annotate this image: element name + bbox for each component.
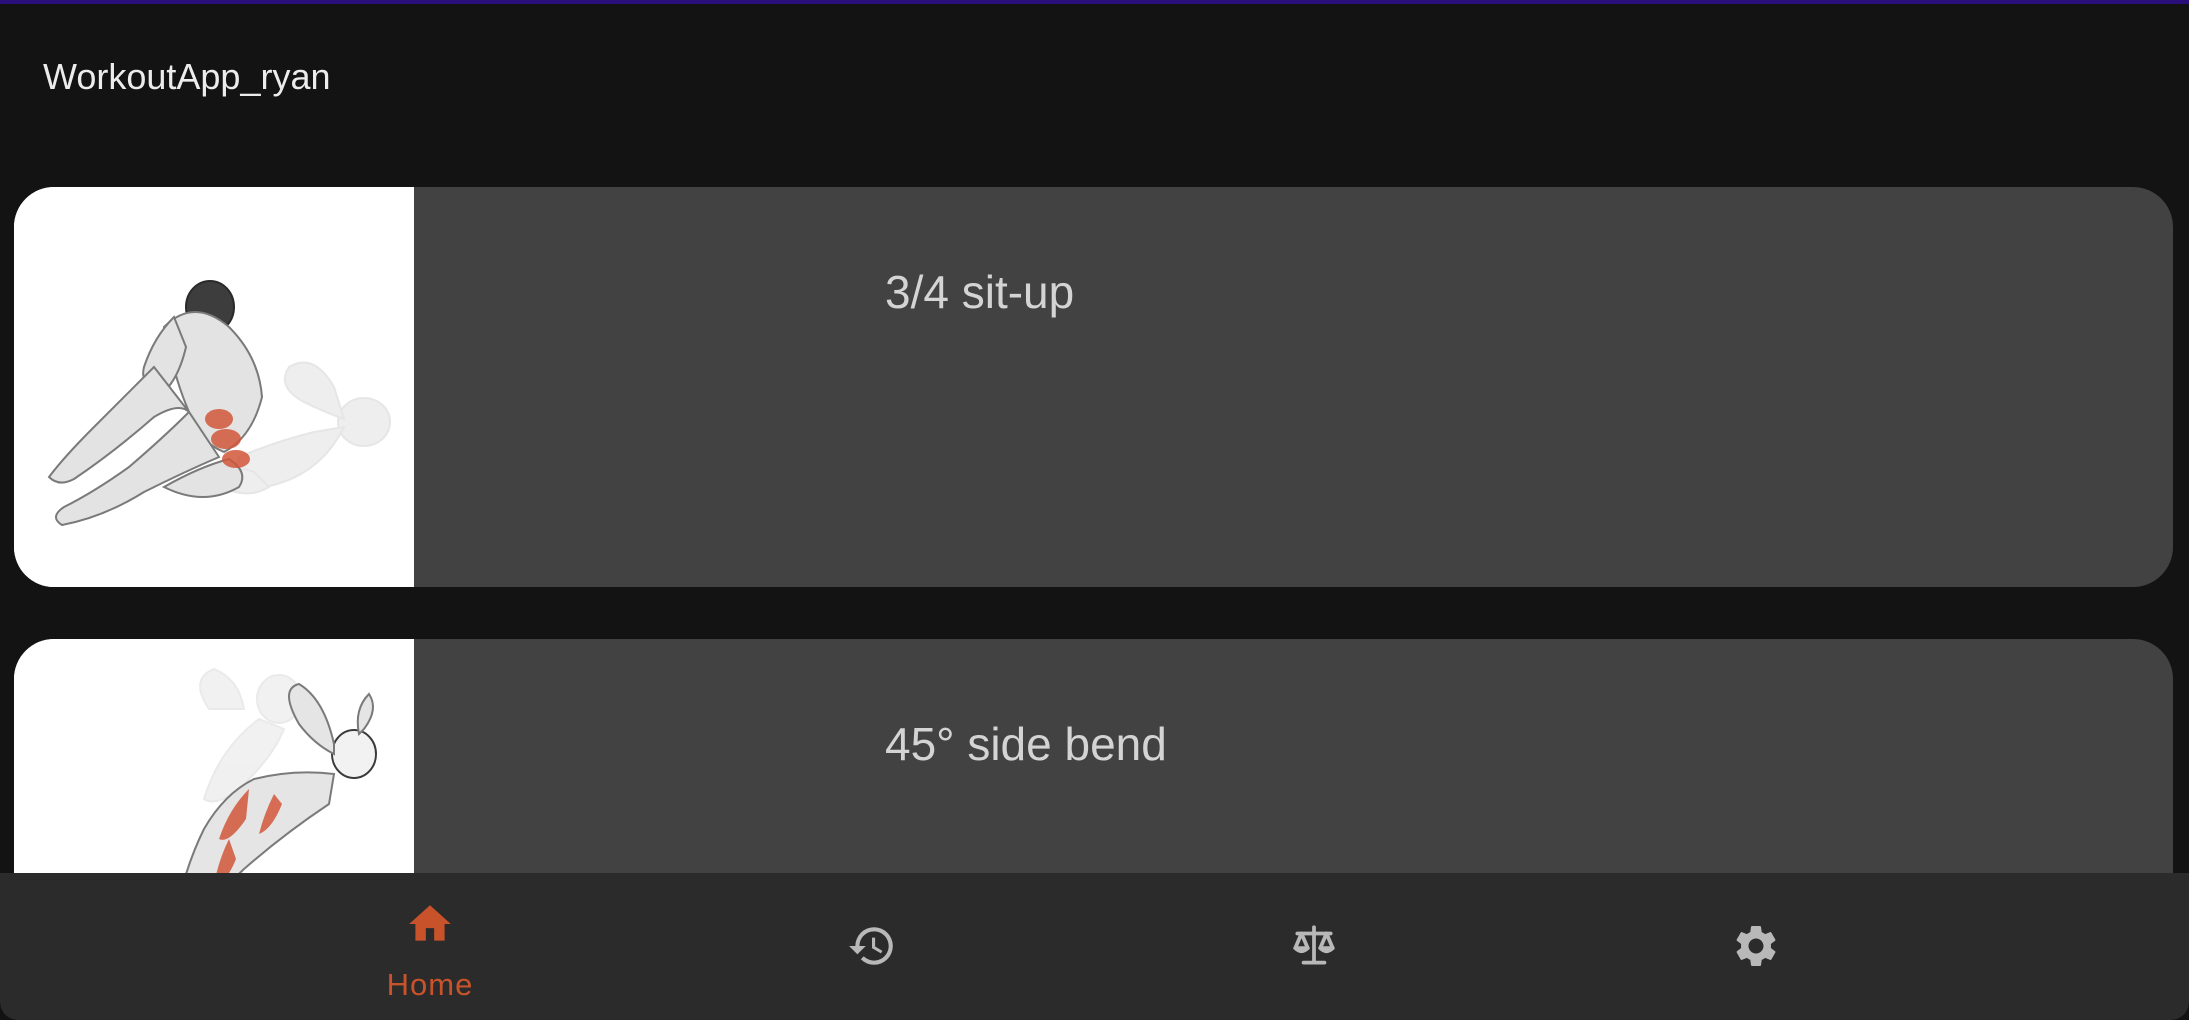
app-title: WorkoutApp_ryan — [43, 56, 331, 97]
nav-item-settings[interactable] — [1606, 873, 1906, 1020]
exercise-list[interactable]: WorkoutApp_ryan 3/4 sit-up 45° side bend — [0, 0, 2189, 873]
nav-item-weight[interactable] — [1164, 873, 1464, 1020]
history-icon — [847, 921, 897, 971]
exercise-card[interactable]: 45° side bend — [14, 639, 2173, 873]
nav-item-history[interactable] — [722, 873, 1022, 1020]
sit-up-illustration — [14, 187, 414, 587]
exercise-name: 3/4 sit-up — [885, 266, 1075, 318]
nav-item-home[interactable]: Home — [280, 873, 580, 1020]
scale-icon — [1289, 921, 1339, 971]
home-icon — [405, 899, 455, 949]
bottom-navigation: Home — [0, 873, 2189, 1020]
side-bend-illustration — [14, 639, 414, 873]
exercise-card[interactable]: 3/4 sit-up — [14, 187, 2173, 587]
exercise-name: 45° side bend — [885, 718, 1167, 770]
gear-icon — [1731, 921, 1781, 971]
nav-label-home: Home — [386, 967, 474, 1002]
app-screen: WorkoutApp_ryan 3/4 sit-up 45° side bend… — [0, 0, 2189, 1020]
